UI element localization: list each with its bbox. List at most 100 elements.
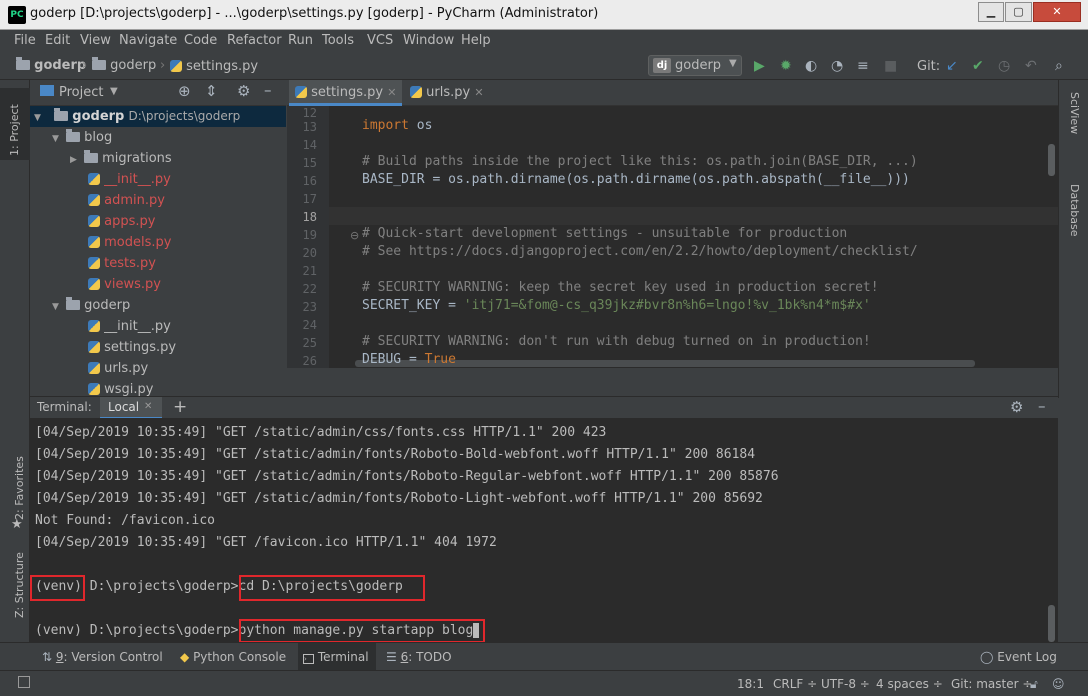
tree-item-blog-init[interactable]: __init__.py — [88, 169, 171, 190]
file-encoding[interactable]: UTF-8 ÷ — [821, 677, 870, 691]
menu-code[interactable]: Code — [184, 33, 217, 48]
locate-icon[interactable]: ⊕ — [178, 82, 191, 100]
tree-item-label: migrations — [102, 151, 172, 166]
git-update-icon[interactable]: ↙ — [946, 58, 958, 74]
tree-item-migrations[interactable]: ▶ migrations — [70, 148, 172, 169]
tree-item-label: __init__.py — [104, 319, 171, 334]
debug-icon[interactable]: ✹ — [780, 58, 792, 74]
terminal-line: [04/Sep/2019 10:35:49] "GET /static/admi… — [35, 425, 607, 440]
menu-refactor[interactable]: Refactor — [227, 33, 282, 48]
concurrency-icon[interactable]: ≡ — [857, 58, 869, 74]
hide-panel-icon[interactable]: – — [1038, 397, 1046, 415]
tree-item-tests[interactable]: tests.py — [88, 253, 156, 274]
breadcrumb-package[interactable]: goderp — [92, 57, 156, 73]
current-line-highlight — [329, 207, 1058, 225]
git-branch[interactable]: Git: master ÷ — [951, 677, 1032, 691]
gear-icon[interactable]: ⚙ — [1010, 398, 1023, 416]
chevron-down-icon[interactable]: ▼ — [110, 86, 118, 97]
menu-run[interactable]: Run — [288, 33, 313, 48]
tree-item-label: goderp — [84, 298, 131, 313]
line-number: 12 — [302, 106, 317, 120]
terminal-tab-local[interactable]: Local ✕ — [100, 397, 162, 419]
terminal-line: [04/Sep/2019 10:35:49] "GET /static/admi… — [35, 447, 756, 462]
line-number: 17 — [302, 192, 317, 206]
run-config-selector[interactable]: dj goderp ▼ — [648, 55, 742, 76]
profile-icon[interactable]: ◔ — [831, 58, 843, 74]
add-terminal-icon[interactable]: + — [173, 397, 187, 417]
tree-item-admin[interactable]: admin.py — [88, 190, 165, 211]
project-panel-title[interactable]: Project — [59, 85, 103, 100]
close-tab-icon[interactable]: ✕ — [474, 86, 483, 99]
tree-item-urls[interactable]: urls.py — [88, 358, 148, 379]
fold-marker-icon[interactable]: ⊖ — [350, 229, 359, 242]
breadcrumb-file[interactable]: settings.py — [170, 58, 258, 74]
code-line-16: BASE_DIR = os.path.dirname(os.path.dirna… — [362, 172, 910, 187]
tree-item-blog[interactable]: ▼ blog — [52, 127, 112, 148]
search-icon[interactable]: ⌕ — [1055, 58, 1063, 74]
tab-urls-py[interactable]: urls.py ✕ — [404, 80, 490, 106]
menu-tools[interactable]: Tools — [322, 33, 354, 48]
menu-window[interactable]: Window — [403, 33, 454, 48]
code-line-22: # SECURITY WARNING: keep the secret key … — [362, 280, 879, 295]
rollback-icon[interactable]: ↶ — [1025, 58, 1037, 74]
menu-help[interactable]: Help — [461, 33, 491, 48]
tool-todo[interactable]: ☰ 6: TODO — [386, 650, 452, 664]
close-button[interactable]: ✕ — [1033, 2, 1081, 22]
indent-setting[interactable]: 4 spaces ÷ — [876, 677, 943, 691]
highlight-box-cd-command — [239, 575, 425, 601]
run-icon[interactable]: ▶ — [754, 58, 765, 74]
tree-item-settings[interactable]: settings.py — [88, 337, 176, 358]
minimize-button[interactable]: ▁ — [978, 2, 1004, 22]
lock-icon[interactable]: 🔓︎ — [1030, 677, 1038, 692]
inspection-icon[interactable]: ☺ — [1052, 677, 1065, 691]
line-number: 15 — [302, 156, 317, 170]
tree-item-models[interactable]: models.py — [88, 232, 171, 253]
stop-icon[interactable]: ■ — [884, 58, 897, 74]
tree-item-goderp-root[interactable]: ▼ goderp D:\projects\goderp — [30, 106, 286, 127]
tool-window-bar: ⇅ 9: Version Control ◆ Python Console › … — [0, 642, 1088, 670]
git-commit-icon[interactable]: ✔ — [972, 58, 984, 74]
project-tool-tab[interactable]: 1: Project — [0, 88, 30, 160]
menu-view[interactable]: View — [80, 33, 111, 48]
maximize-button[interactable]: ▢ — [1005, 2, 1032, 22]
tree-item-goderp-init[interactable]: __init__.py — [88, 316, 171, 337]
sciview-tool-tab[interactable]: SciView — [1068, 92, 1081, 134]
line-separator[interactable]: CRLF ÷ — [773, 677, 817, 691]
close-tab-icon[interactable]: ✕ — [144, 401, 152, 412]
collapse-all-icon[interactable]: ⇕ — [205, 82, 218, 100]
python-file-icon — [88, 383, 100, 395]
history-icon[interactable]: ◷ — [998, 58, 1010, 74]
favorites-tool-tab[interactable]: 2: Favorites — [13, 456, 26, 520]
project-view-icon — [40, 85, 54, 96]
tool-python-console[interactable]: ◆ Python Console — [180, 650, 286, 664]
menu-navigate[interactable]: Navigate — [119, 33, 177, 48]
tool-windows-toggle-icon[interactable] — [18, 676, 30, 688]
line-number: 16 — [302, 174, 317, 188]
hide-panel-icon[interactable]: – — [264, 81, 272, 99]
terminal-title: Terminal: — [37, 400, 92, 414]
close-tab-icon[interactable]: ✕ — [387, 86, 396, 99]
tool-event-log[interactable]: ◯ Event Log — [980, 650, 1057, 664]
editor-scrollbar[interactable] — [1048, 144, 1055, 176]
tree-item-goderp-package[interactable]: ▼ goderp — [52, 295, 130, 316]
menu-file[interactable]: File — [14, 33, 36, 48]
gear-icon[interactable]: ⚙ — [237, 82, 250, 100]
tree-item-apps[interactable]: apps.py — [88, 211, 155, 232]
coverage-icon[interactable]: ◐ — [805, 58, 817, 74]
folder-icon — [16, 57, 30, 70]
breadcrumb-root[interactable]: goderp — [16, 57, 86, 73]
caret-position[interactable]: 18:1 — [737, 677, 764, 691]
menu-vcs[interactable]: VCS — [367, 33, 393, 48]
tool-version-control[interactable]: ⇅ 9: Version Control — [42, 650, 163, 664]
folder-icon — [66, 297, 80, 310]
terminal-scrollbar[interactable] — [1048, 605, 1055, 642]
database-tool-tab[interactable]: Database — [1068, 184, 1081, 237]
tab-settings-py[interactable]: settings.py ✕ — [289, 80, 403, 106]
tree-item-wsgi[interactable]: wsgi.py — [88, 379, 154, 396]
menu-edit[interactable]: Edit — [45, 33, 70, 48]
structure-tool-tab[interactable]: Z: Structure — [13, 552, 26, 618]
tree-item-label: __init__.py — [104, 172, 171, 187]
tool-terminal[interactable]: › Terminal — [298, 643, 376, 670]
tree-item-views[interactable]: views.py — [88, 274, 161, 295]
line-number: 13 — [302, 120, 317, 134]
